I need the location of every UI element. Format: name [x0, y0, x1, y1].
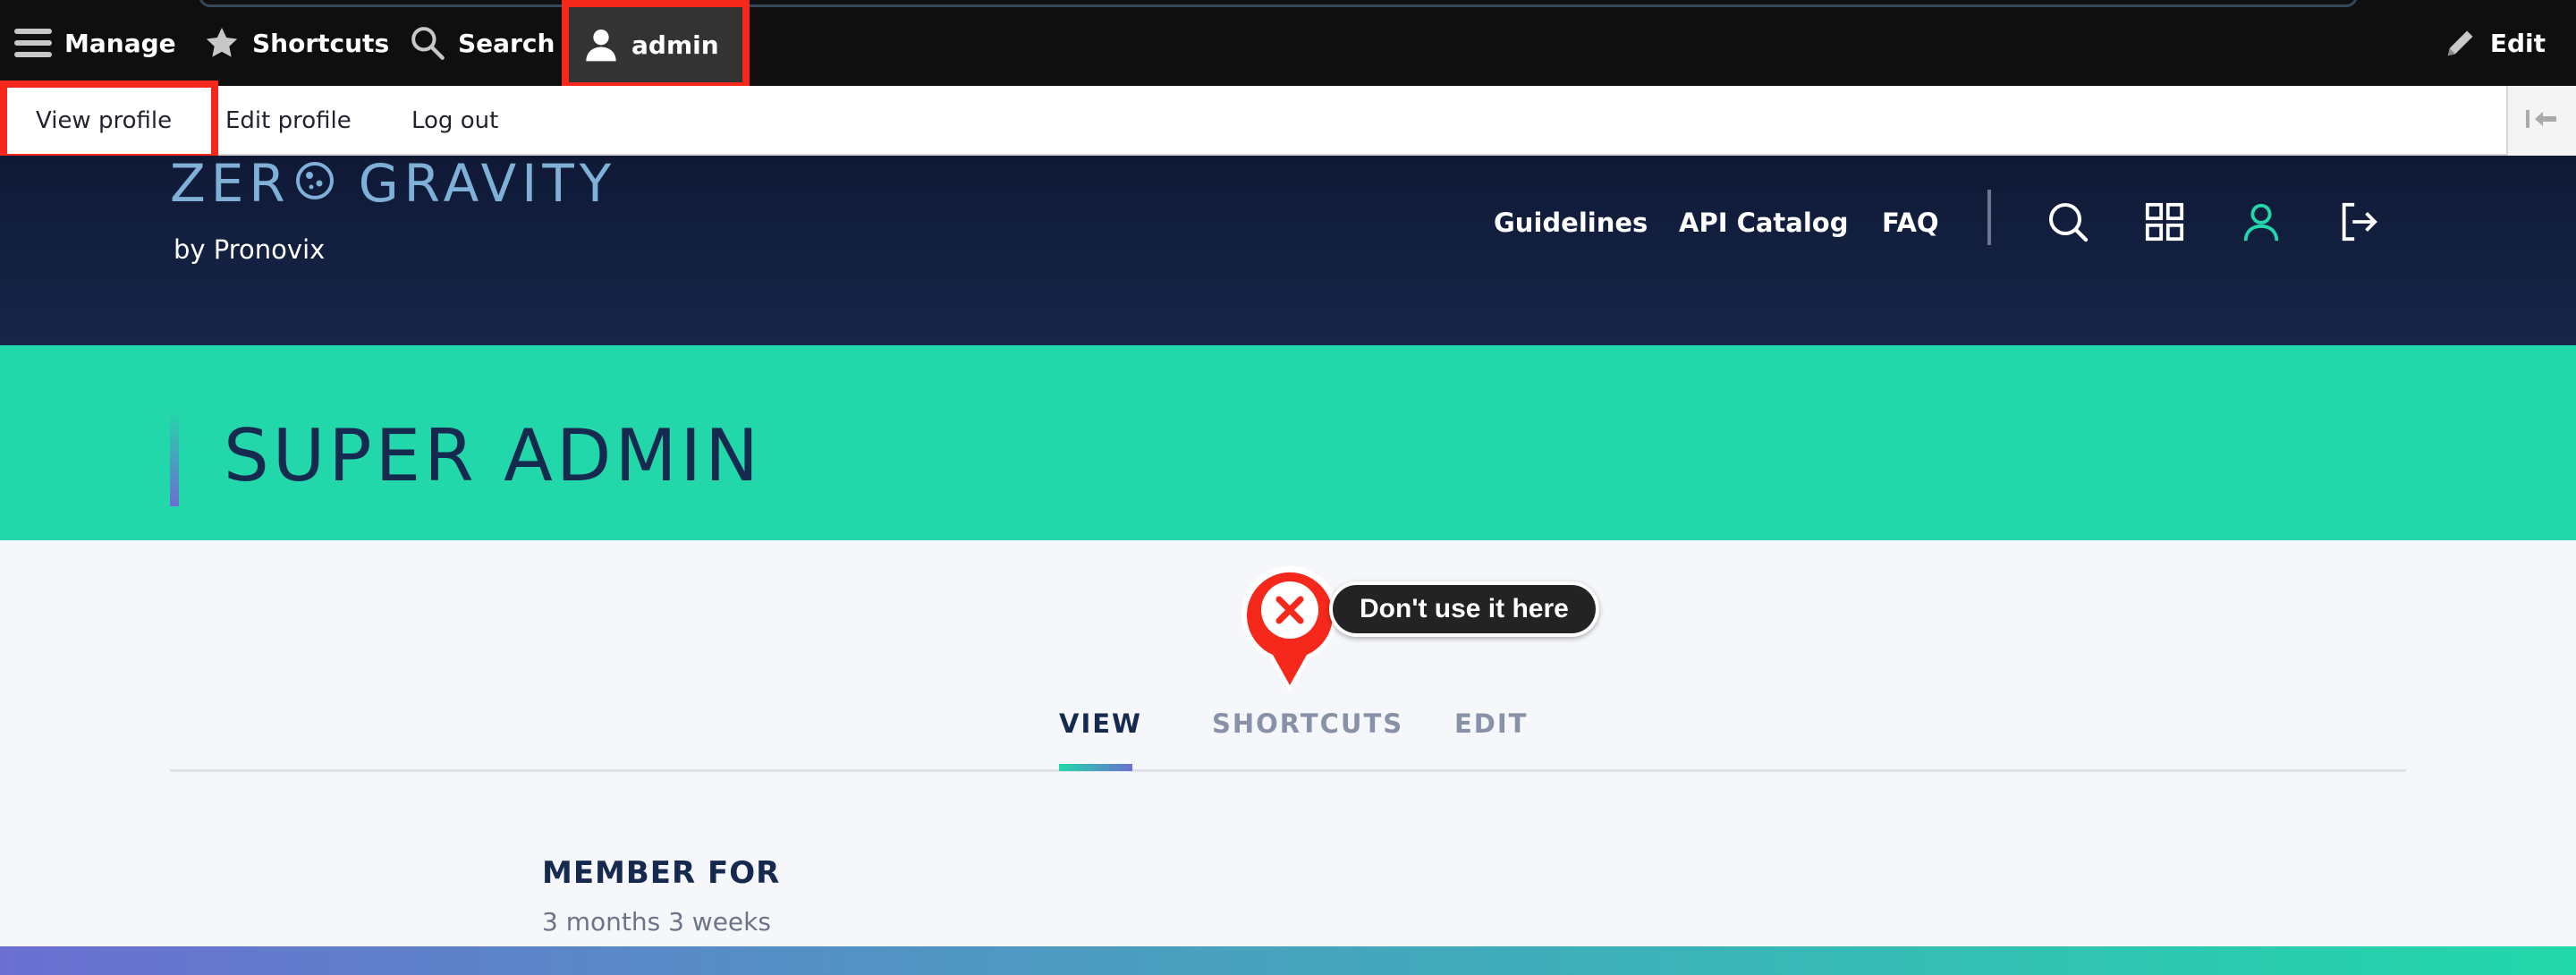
toolbar-shortcuts-button[interactable]: Shortcuts	[204, 0, 389, 86]
header-grid-icon[interactable]	[2140, 197, 2190, 247]
tray-collapse-button[interactable]	[2506, 86, 2576, 156]
title-band: SUPER ADMIN	[0, 345, 2576, 540]
tabs-divider	[170, 769, 2406, 772]
logo-text-left: ZER	[170, 153, 291, 214]
header-search-icon[interactable]	[2043, 197, 2093, 247]
site-header: ZER GRAVITY by Pronovix Guidelines API C…	[0, 156, 2576, 345]
site-logo[interactable]: ZER GRAVITY	[170, 156, 616, 211]
toolbar-shortcuts-label: Shortcuts	[252, 28, 390, 58]
toolbar-edit-button[interactable]: Edit	[2444, 0, 2546, 86]
tab-shortcuts[interactable]: SHORTCUTS	[1212, 701, 1403, 746]
edit-profile-link[interactable]: Edit profile	[225, 86, 352, 156]
collapse-left-icon	[2524, 108, 2560, 134]
nav-guidelines[interactable]: Guidelines	[1494, 195, 1648, 250]
toolbar-manage-label: Manage	[64, 28, 176, 58]
header-logout-icon[interactable]	[2333, 197, 2383, 247]
toolbar-edit-label: Edit	[2489, 28, 2546, 58]
search-icon	[410, 25, 445, 61]
logo-o-icon	[294, 156, 335, 211]
logo-subtitle: by Pronovix	[174, 234, 326, 265]
member-for-value: 3 months 3 weeks	[542, 907, 771, 937]
pencil-icon	[2444, 26, 2478, 60]
toolbar-search-label: Search	[458, 28, 555, 58]
annotation-x-pin-icon	[1238, 560, 1342, 694]
page: Manage Shortcuts Search admin Edit View …	[0, 0, 2576, 975]
nav-divider	[1987, 190, 1991, 245]
member-for-label: MEMBER FOR	[542, 855, 781, 891]
toolbar-search-button[interactable]: Search	[410, 0, 555, 86]
toolbar-user-button[interactable]: admin	[562, 0, 750, 89]
header-user-icon[interactable]	[2236, 197, 2286, 247]
annotation-bubble: Don't use it here	[1329, 581, 1599, 637]
nav-faq[interactable]: FAQ	[1882, 195, 1939, 250]
toolbar-user-label: admin	[631, 30, 719, 60]
admin-toolbar: Manage Shortcuts Search admin Edit	[0, 0, 2576, 89]
view-profile-link[interactable]: View profile	[0, 81, 218, 161]
hamburger-icon	[14, 25, 52, 61]
logo-text-right: GRAVITY	[358, 153, 617, 214]
title-accent-bar	[170, 410, 179, 506]
active-tab-indicator	[1059, 764, 1132, 771]
user-icon	[583, 27, 619, 63]
tab-edit[interactable]: EDIT	[1454, 701, 1528, 746]
footer-gradient-bar	[0, 946, 2576, 975]
user-tray: View profile Edit profile Log out	[0, 81, 2576, 161]
tab-view[interactable]: VIEW	[1059, 701, 1142, 746]
log-out-link[interactable]: Log out	[411, 86, 498, 156]
page-title: SUPER ADMIN	[224, 414, 762, 497]
toolbar-manage-button[interactable]: Manage	[14, 0, 176, 86]
nav-api-catalog[interactable]: API Catalog	[1679, 195, 1849, 250]
star-icon	[204, 25, 240, 61]
